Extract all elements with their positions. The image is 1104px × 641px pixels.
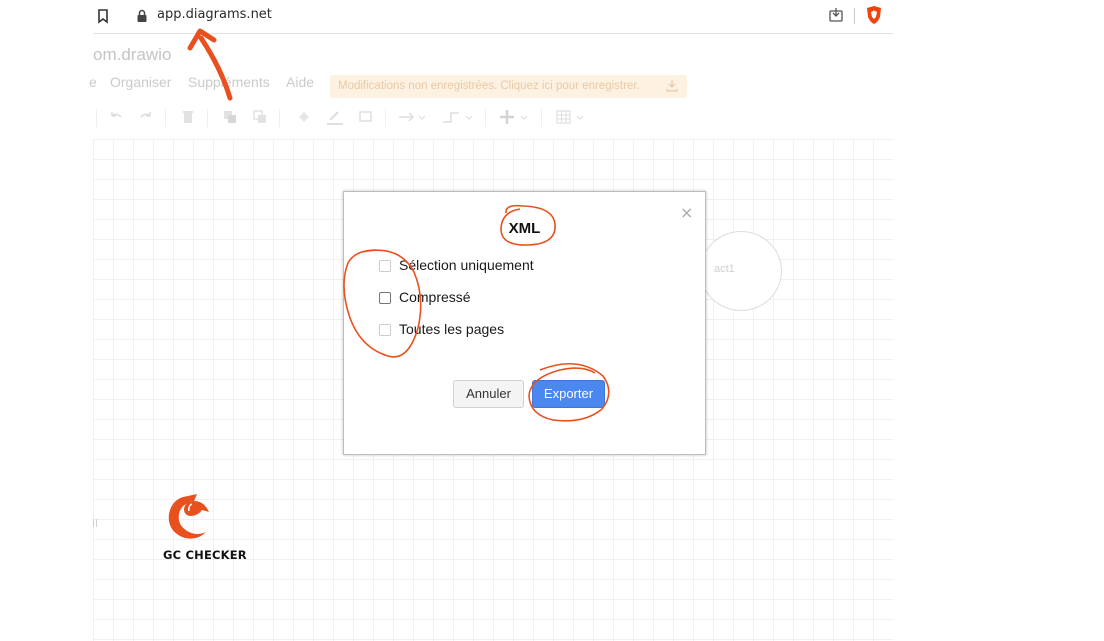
connection-arrow-icon[interactable]: [397, 108, 427, 126]
checkbox-compressed[interactable]: [379, 292, 391, 304]
to-back-icon[interactable]: [251, 108, 269, 126]
toolbar-separator: [279, 109, 280, 127]
option-label: Compressé: [399, 289, 471, 305]
brand-wordmark: GC CHECKER: [163, 548, 247, 562]
waypoints-icon[interactable]: [441, 108, 475, 126]
install-app-icon[interactable]: [828, 7, 844, 23]
toolbar-separator: [541, 109, 542, 127]
to-front-icon[interactable]: [221, 108, 239, 126]
dialog-title: XML: [508, 220, 541, 237]
option-label: Sélection uniquement: [399, 257, 534, 273]
editor-toolbar: [93, 106, 893, 130]
checkbox-all-pages[interactable]: [379, 324, 391, 336]
fox-logo-icon: [168, 494, 209, 539]
toolbar-separator: [165, 109, 166, 127]
shadow-icon[interactable]: [357, 108, 375, 126]
browser-address-bar: app.diagrams.net: [93, 0, 893, 34]
delete-icon[interactable]: [179, 108, 197, 126]
shape-label: act1: [714, 263, 735, 275]
export-button[interactable]: Exporter: [532, 380, 605, 408]
canvas-edge-marker: [93, 519, 97, 527]
cancel-button[interactable]: Annuler: [453, 380, 524, 408]
fill-color-icon[interactable]: [295, 108, 313, 126]
menu-item-aide[interactable]: Aide: [286, 74, 314, 90]
insert-plus-icon[interactable]: [498, 108, 532, 126]
xml-export-dialog: × XML Sélection uniquement Compressé Tou…: [343, 191, 706, 455]
toolbar-separator: [385, 109, 386, 127]
ellipse-shape[interactable]: act1: [700, 231, 782, 311]
document-title[interactable]: om.drawio: [93, 45, 171, 65]
menu-item-supplements[interactable]: Suppléments: [188, 74, 270, 90]
unsaved-changes-banner[interactable]: Modifications non enregistrées. Cliquez …: [330, 75, 687, 98]
save-download-icon: [666, 80, 678, 92]
lock-icon[interactable]: [136, 9, 148, 23]
bookmark-icon[interactable]: [96, 8, 110, 24]
brave-shields-icon[interactable]: [865, 5, 883, 25]
toolbar-divider: [854, 8, 855, 24]
toolbar-separator: [96, 109, 97, 127]
menu-item-edit[interactable]: e: [89, 74, 97, 90]
table-icon[interactable]: [555, 108, 589, 126]
undo-icon[interactable]: [107, 108, 125, 126]
address-url[interactable]: app.diagrams.net: [157, 7, 272, 22]
unsaved-changes-text: Modifications non enregistrées. Cliquez …: [338, 80, 640, 92]
gc-checker-watermark: GC CHECKER: [160, 490, 250, 562]
line-color-icon[interactable]: [325, 108, 345, 126]
checkbox-selection-only[interactable]: [379, 260, 391, 272]
redo-icon[interactable]: [137, 108, 155, 126]
toolbar-separator: [485, 109, 486, 127]
option-label: Toutes les pages: [399, 321, 505, 337]
toolbar-separator: [207, 109, 208, 127]
menu-item-organiser[interactable]: Organiser: [110, 74, 171, 90]
